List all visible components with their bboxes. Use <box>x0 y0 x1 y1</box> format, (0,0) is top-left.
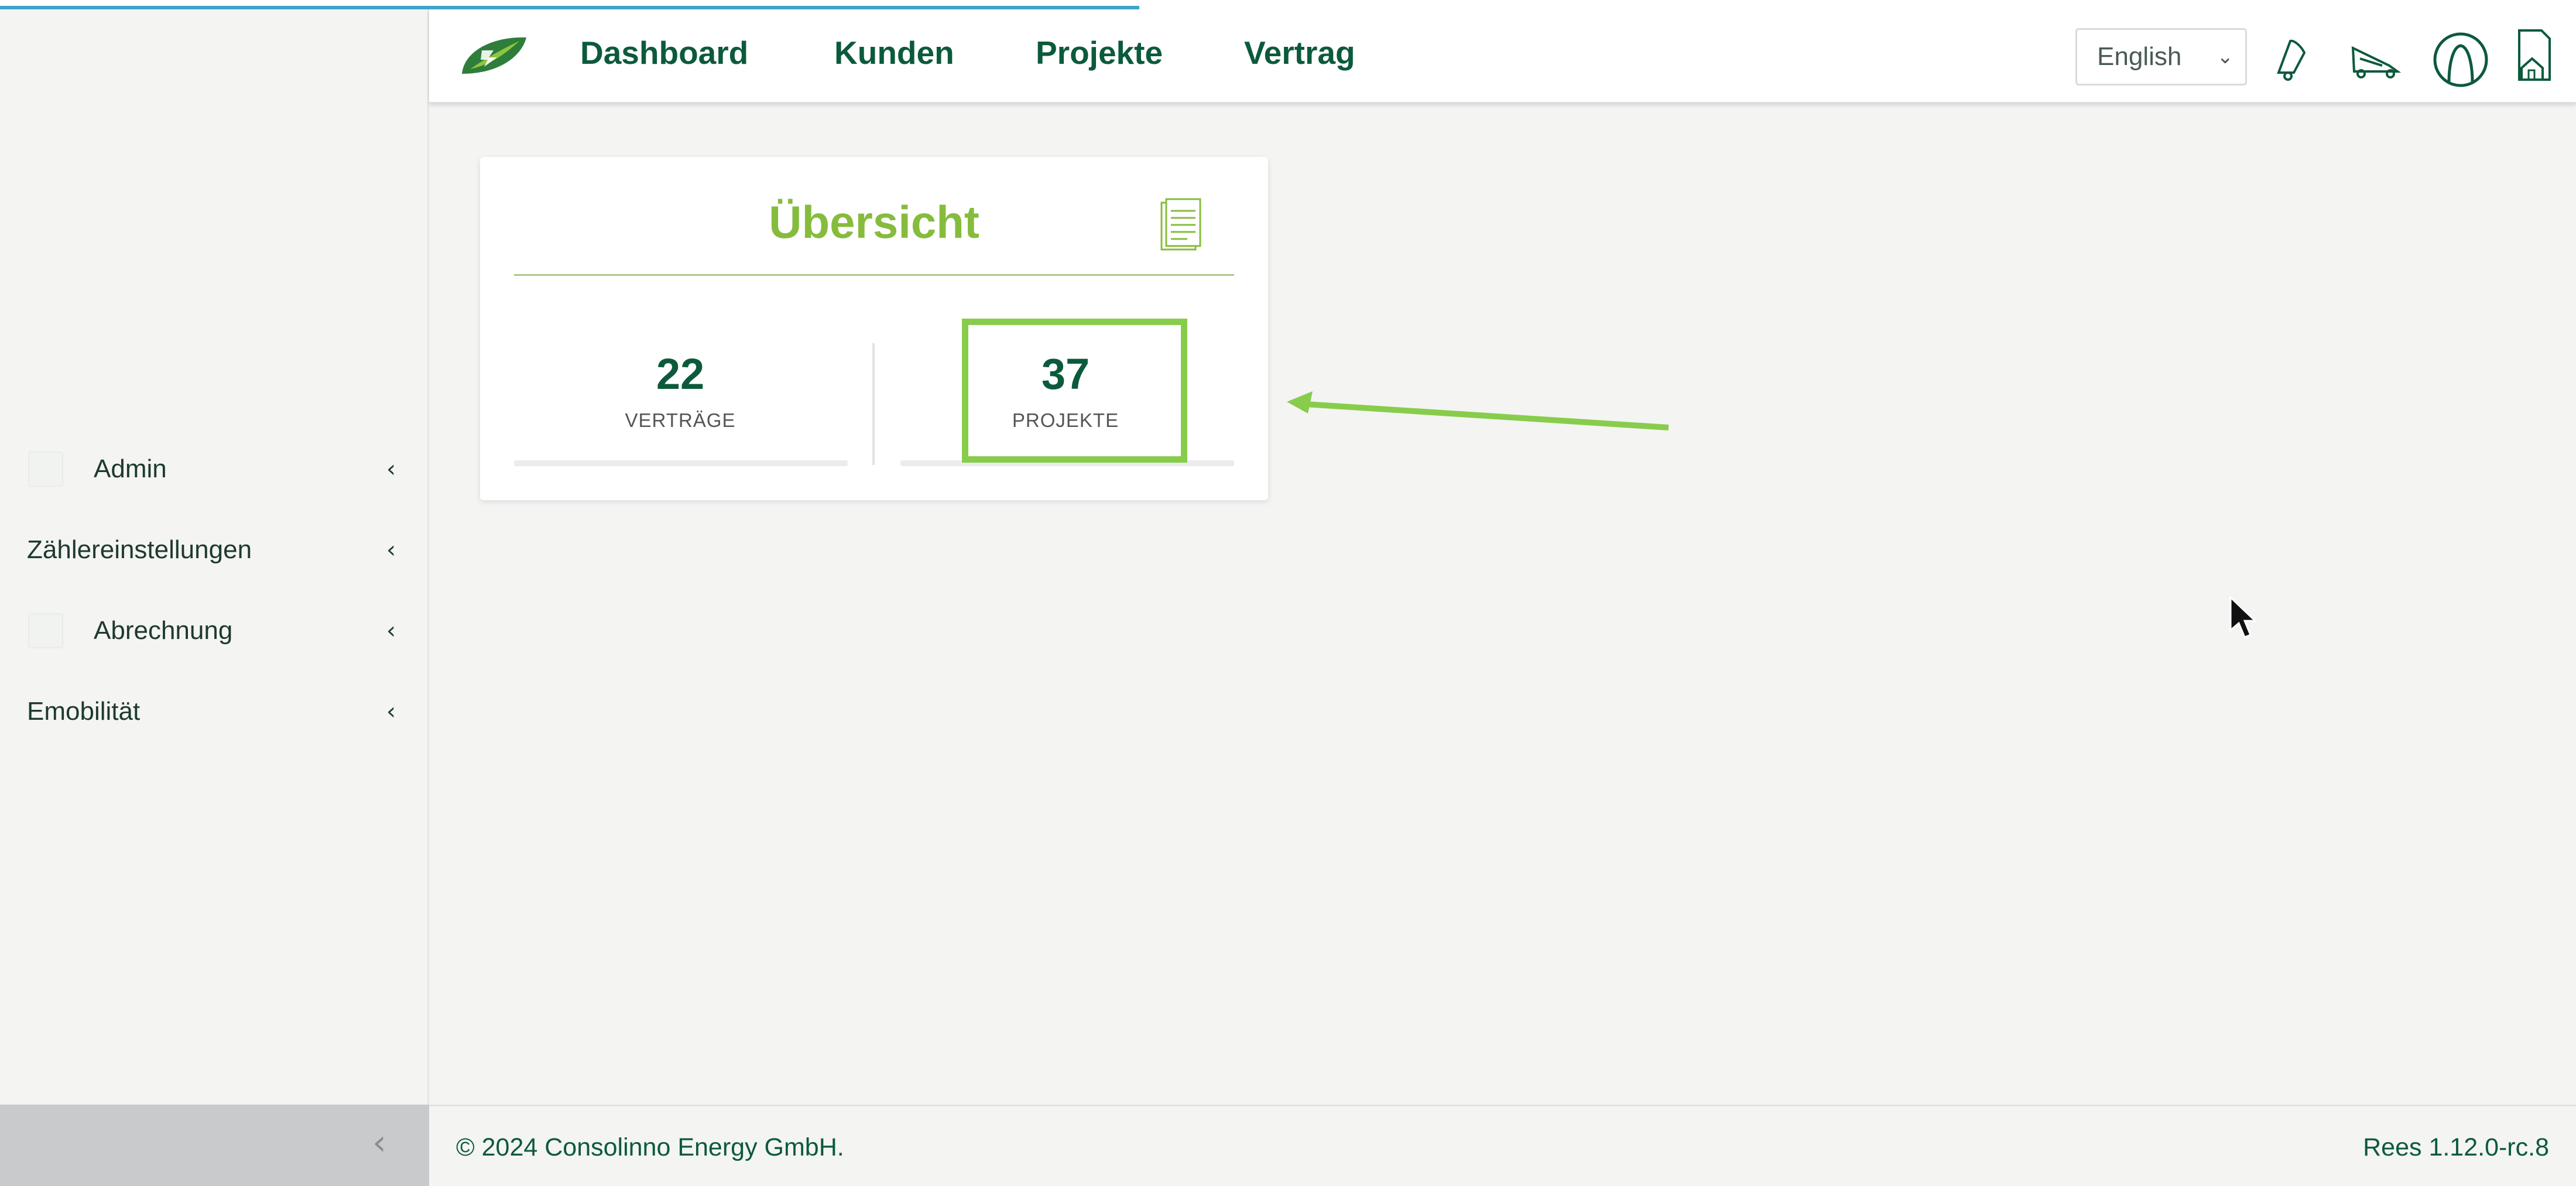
sidebar-item-label: Admin <box>94 454 167 483</box>
sidebar: Admin ‹ Zählereinstellungen ‹ Abrechnung… <box>0 9 429 1105</box>
nav-vertrag[interactable]: Vertrag <box>1244 34 1355 71</box>
chevron-left-icon: ‹ <box>386 698 396 725</box>
sidebar-item-abrechnung[interactable]: Abrechnung ‹ <box>0 599 429 663</box>
chevron-left-icon: ‹ <box>386 617 396 644</box>
language-select-value: English <box>2097 42 2182 71</box>
collapse-sidebar-icon[interactable]: ‹ <box>372 1122 386 1163</box>
stat-progress-bar <box>514 460 848 466</box>
nav-projekte[interactable]: Projekte <box>1036 34 1163 71</box>
annotation-arrow <box>1287 391 1669 430</box>
stat-label: VERTRÄGE <box>625 409 736 431</box>
copyright-text: © 2024 Consolinno Energy GmbH. <box>456 1133 844 1161</box>
chevron-left-icon: ‹ <box>386 456 396 483</box>
sidebar-item-emobilitaet[interactable]: Emobilität ‹ <box>0 679 429 744</box>
sidebar-item-label: Emobilität <box>27 697 141 726</box>
mouse-cursor-icon <box>2229 596 2258 638</box>
sidebar-item-label: Zählereinstellungen <box>27 535 252 564</box>
chevron-left-icon: ‹ <box>386 536 396 563</box>
billing-icon <box>28 613 63 648</box>
chevron-down-icon: ⌄ <box>2217 45 2234 69</box>
leaf-logo-icon[interactable] <box>458 33 529 80</box>
card-divider-line <box>514 274 1234 276</box>
nav-dashboard[interactable]: Dashboard <box>580 34 748 71</box>
language-select[interactable]: English ⌄ <box>2075 28 2247 86</box>
admin-icon <box>28 452 63 487</box>
bell-icon[interactable] <box>2270 35 2311 82</box>
user-avatar-icon[interactable] <box>2431 30 2490 89</box>
stat-value: 22 <box>656 350 705 398</box>
stat-vertraege[interactable]: 22 VERTRÄGE <box>511 321 850 432</box>
shovel-icon[interactable] <box>2348 35 2401 82</box>
overview-title: Übersicht <box>769 196 979 248</box>
nav-kunden[interactable]: Kunden <box>834 34 954 71</box>
annotation-highlight-box <box>962 319 1187 463</box>
document-stack-icon <box>1160 198 1201 251</box>
sidebar-footer: ‹ <box>0 1105 429 1186</box>
sidebar-item-zaehlereinstellungen[interactable]: Zählereinstellungen ‹ <box>0 518 429 582</box>
sidebar-item-label: Abrechnung <box>94 616 233 645</box>
footer: © 2024 Consolinno Energy GmbH. Rees 1.12… <box>429 1105 2576 1186</box>
stat-separator <box>872 343 875 465</box>
sidebar-item-admin[interactable]: Admin ‹ <box>0 437 429 501</box>
version-text: Rees 1.12.0-rc.8 <box>2363 1133 2549 1161</box>
top-navbar: Dashboard Kunden Projekte Vertrag Englis… <box>429 9 2576 103</box>
loading-progress-bar <box>0 6 1139 9</box>
house-document-icon[interactable] <box>2513 27 2554 86</box>
